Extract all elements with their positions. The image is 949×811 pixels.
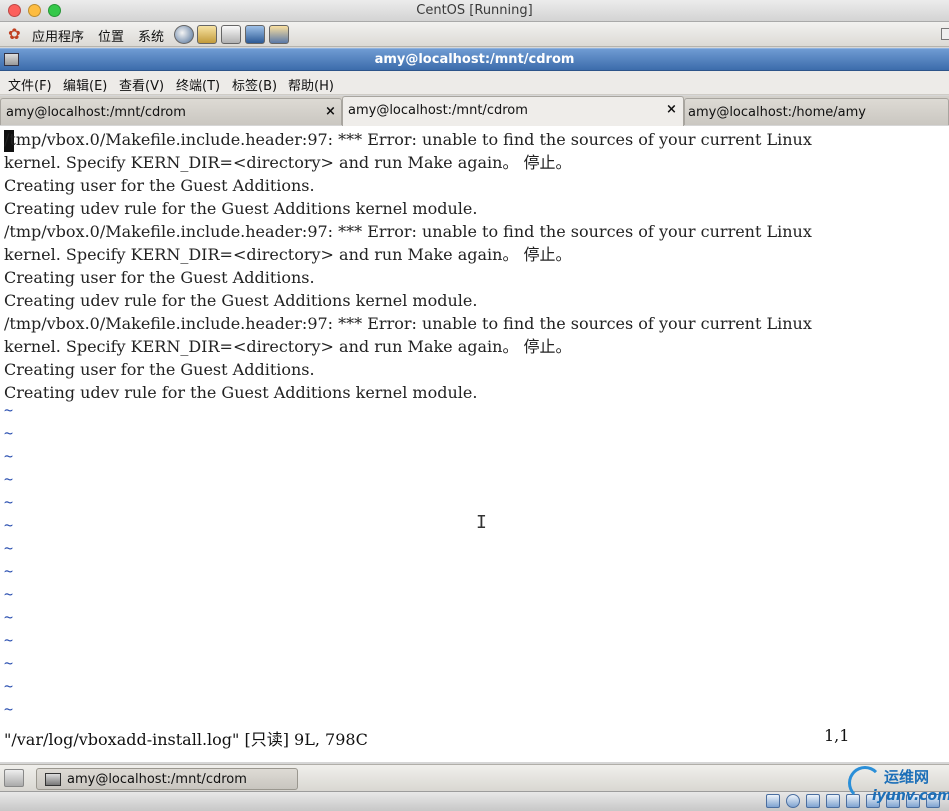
empty-line-marker: ~ <box>4 700 14 718</box>
gnome-top-panel: ✿ 应用程序 位置 系统 <box>0 22 949 47</box>
tab-label: amy@localhost:/mnt/cdrom <box>6 105 186 120</box>
empty-line-marker: ~ <box>4 424 14 442</box>
empty-line-marker: ~ <box>4 401 14 419</box>
empty-line-marker: ~ <box>4 585 14 603</box>
vim-status-message: "/var/log/vboxadd-install.log" [只读] 9L, … <box>4 730 368 749</box>
terminal-line: /tmp/vbox.0/Makefile.include.header:97: … <box>4 130 812 149</box>
network-icon[interactable] <box>269 25 289 44</box>
empty-line-marker: ~ <box>4 608 14 626</box>
terminal-line: /tmp/vbox.0/Makefile.include.header:97: … <box>4 314 812 333</box>
terminal-line: /tmp/vbox.0/Makefile.include.header:97: … <box>4 222 812 241</box>
empty-line-marker: ~ <box>4 470 14 488</box>
panel-overflow-handle[interactable] <box>941 28 949 40</box>
watermark-en: iyunv.com <box>872 788 949 804</box>
tab-cdrom-1[interactable]: amy@localhost:/mnt/cdrom × <box>0 98 342 125</box>
vbox-status-bar <box>0 791 949 811</box>
terminal-area[interactable]: /tmp/vbox.0/Makefile.include.header:97: … <box>0 126 949 762</box>
tab-home-amy[interactable]: amy@localhost:/home/amy <box>684 98 949 125</box>
menu-terminal[interactable]: 终端(T) <box>176 75 220 94</box>
terminal-menubar: 文件(F) 编辑(E) 查看(V) 终端(T) 标签(B) 帮助(H) <box>0 71 949 95</box>
close-tab-icon[interactable]: × <box>325 104 336 119</box>
menu-file[interactable]: 文件(F) <box>8 75 52 94</box>
close-tab-icon[interactable]: × <box>666 102 677 117</box>
places-menu[interactable]: 位置 <box>98 26 124 45</box>
mouse-ibeam-cursor: I <box>476 512 487 533</box>
terminal-line: Creating udev rule for the Guest Additio… <box>4 383 478 402</box>
tab-label: amy@localhost:/home/amy <box>688 105 866 120</box>
empty-line-marker: ~ <box>4 562 14 580</box>
gnome-foot-icon: ✿ <box>8 25 21 43</box>
applications-menu[interactable]: 应用程序 <box>32 26 84 45</box>
vm-window-titlebar: CentOS [Running] <box>0 0 949 22</box>
taskbar-label: amy@localhost:/mnt/cdrom <box>67 772 247 787</box>
empty-line-marker: ~ <box>4 539 14 557</box>
usb-icon[interactable] <box>806 794 820 808</box>
browser-icon[interactable] <box>174 25 194 44</box>
empty-line-marker: ~ <box>4 654 14 672</box>
terminal-line: Creating udev rule for the Guest Additio… <box>4 199 478 218</box>
terminal-line: Creating user for the Guest Additions. <box>4 360 315 379</box>
empty-line-marker: ~ <box>4 493 14 511</box>
empty-line-marker: ~ <box>4 631 14 649</box>
shared-folders-icon[interactable] <box>826 794 840 808</box>
taskbar-terminal-button[interactable]: amy@localhost:/mnt/cdrom <box>36 768 298 790</box>
menu-edit[interactable]: 编辑(E) <box>63 75 107 94</box>
terminal-line: kernel. Specify KERN_DIR=<directory> and… <box>4 245 572 264</box>
tab-cdrom-2[interactable]: amy@localhost:/mnt/cdrom × <box>342 96 684 126</box>
harddisk-icon[interactable] <box>766 794 780 808</box>
site-watermark: 运维网 iyunv.com <box>848 766 949 810</box>
tab-label: amy@localhost:/mnt/cdrom <box>348 103 528 118</box>
system-menu[interactable]: 系统 <box>138 26 164 45</box>
vim-cursor-position: 1,1 <box>824 726 850 745</box>
terminal-line: Creating user for the Guest Additions. <box>4 176 315 195</box>
watermark-cn: 运维网 <box>884 768 930 786</box>
notes-icon[interactable] <box>221 25 241 44</box>
terminal-line: Creating user for the Guest Additions. <box>4 268 315 287</box>
mail-icon[interactable] <box>197 25 217 44</box>
empty-line-marker: ~ <box>4 516 14 534</box>
optical-drive-icon[interactable] <box>786 794 800 808</box>
vm-window-title: CentOS [Running] <box>416 3 533 18</box>
empty-line-marker: ~ <box>4 677 14 695</box>
screenshot-icon[interactable] <box>245 25 265 44</box>
terminal-title: amy@localhost:/mnt/cdrom <box>374 52 575 67</box>
terminal-titlebar: amy@localhost:/mnt/cdrom <box>0 48 949 71</box>
terminal-icon <box>45 773 61 786</box>
gnome-bottom-panel: amy@localhost:/mnt/cdrom <box>0 764 949 791</box>
terminal-line: kernel. Specify KERN_DIR=<directory> and… <box>4 337 572 356</box>
menu-view[interactable]: 查看(V) <box>119 75 164 94</box>
terminal-line: kernel. Specify KERN_DIR=<directory> and… <box>4 153 572 172</box>
show-desktop-icon[interactable] <box>4 769 24 787</box>
terminal-line: Creating udev rule for the Guest Additio… <box>4 291 478 310</box>
menu-tabs[interactable]: 标签(B) <box>232 75 277 94</box>
empty-line-marker: ~ <box>4 447 14 465</box>
terminal-tabbar: amy@localhost:/mnt/cdrom × amy@localhost… <box>0 96 949 126</box>
menu-help[interactable]: 帮助(H) <box>288 75 334 94</box>
